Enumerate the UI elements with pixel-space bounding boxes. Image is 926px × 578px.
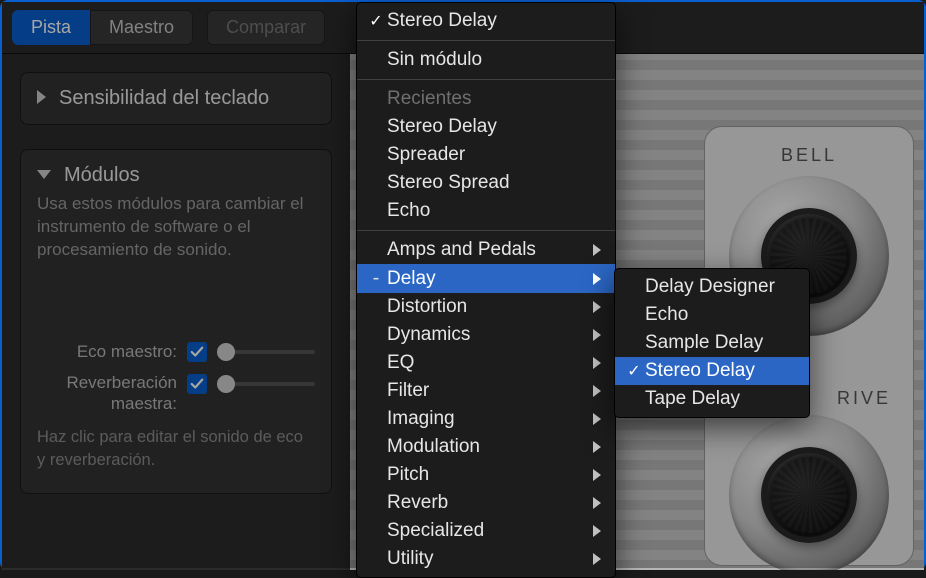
menu-item-current[interactable]: ✓Stereo Delay [357,7,615,35]
submenu-item[interactable]: Tape Delay [615,385,809,413]
menu-item-category[interactable]: Distortion [357,293,615,321]
menu-item-category[interactable]: Imaging [357,405,615,433]
modules-description: Usa estos módulos para cambiar el instru… [37,193,315,262]
menu-item-category[interactable]: Filter [357,377,615,405]
menu-item-category[interactable]: Reverb [357,489,615,517]
delay-submenu[interactable]: Delay DesignerEchoSample Delay✓Stereo De… [614,268,810,418]
tab-track[interactable]: Pista [12,10,90,45]
submenu-item[interactable]: Delay Designer [615,273,809,301]
tabset: Pista Maestro [12,10,193,45]
submenu-item[interactable]: Sample Delay [615,329,809,357]
menu-item-category[interactable]: EQ [357,349,615,377]
reverb-master-slider[interactable] [217,382,315,386]
knob-core [761,447,857,543]
check-icon [190,377,204,391]
menu-item-recent[interactable]: Echo [357,197,615,225]
menu-separator [357,40,615,41]
modules-panel: Módulos Usa estos módulos para cambiar e… [20,149,332,494]
plugin-menu[interactable]: ✓Stereo Delay Sin módulo RecientesStereo D… [356,2,616,578]
menu-item-category[interactable]: Dynamics [357,321,615,349]
modules-title: Módulos [64,164,140,186]
disclosure-right-icon [37,90,46,104]
menu-item-category[interactable]: Pitch [357,461,615,489]
submenu-item[interactable]: Echo [615,301,809,329]
tab-master[interactable]: Maestro [90,10,193,45]
menu-item-recent[interactable]: Stereo Spread [357,169,615,197]
echo-master-label: Eco maestro: [37,342,177,362]
drive-knob[interactable] [729,415,889,570]
modules-hint: Haz clic para editar el sonido de eco y … [37,426,315,471]
menu-item-recent[interactable]: Stereo Delay [357,113,615,141]
inspector-sidebar: Sensibilidad del teclado Módulos Usa est… [2,54,350,570]
menu-item-recent[interactable]: Spreader [357,141,615,169]
menu-item-category[interactable]: Amps and Pedals [357,236,615,264]
menu-item-category[interactable]: Modulation [357,433,615,461]
submenu-item[interactable]: ✓Stereo Delay [615,357,809,385]
echo-master-checkbox[interactable] [187,342,207,362]
echo-master-slider[interactable] [217,350,315,354]
menu-item-category[interactable]: -Delay [357,264,615,293]
menu-item-category[interactable]: Specialized [357,517,615,545]
slider-thumb[interactable] [217,375,235,393]
knob1-label: BELL [723,145,895,166]
menu-item-no-module[interactable]: Sin módulo [357,46,615,74]
disclosure-down-icon[interactable] [37,170,51,179]
menu-separator [357,230,615,231]
menu-item-category[interactable]: Utility [357,545,615,573]
sensitivity-panel[interactable]: Sensibilidad del teclado [20,72,332,125]
sensitivity-title: Sensibilidad del teclado [59,87,269,109]
reverb-master-checkbox[interactable] [187,374,207,394]
menu-heading-recents: Recientes [357,85,615,113]
compare-button[interactable]: Comparar [207,10,325,45]
menu-separator [357,79,615,80]
reverb-master-label: Reverberación maestra: [37,372,177,415]
slider-thumb[interactable] [217,343,235,361]
check-icon [190,345,204,359]
